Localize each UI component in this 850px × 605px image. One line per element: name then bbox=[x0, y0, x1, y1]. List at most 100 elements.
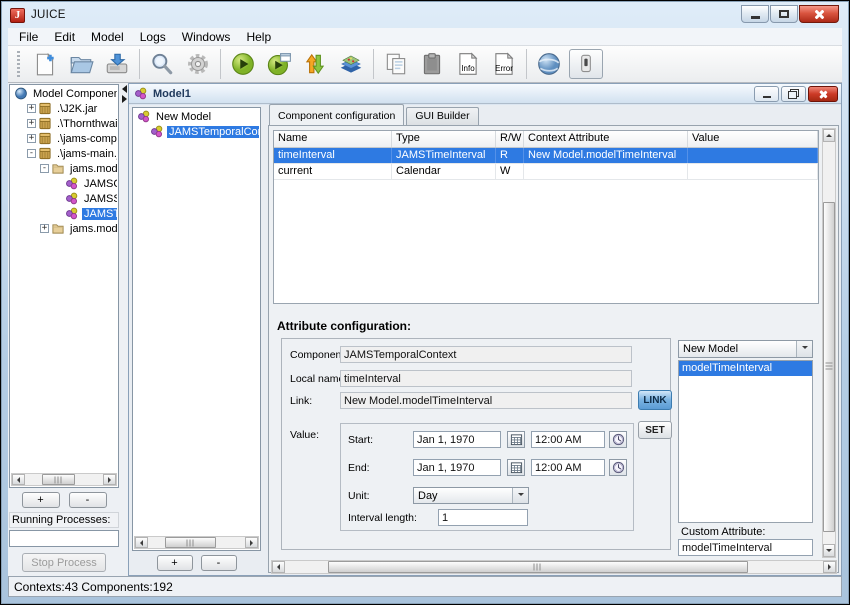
interval-length-field[interactable] bbox=[438, 509, 528, 526]
exchange-button[interactable] bbox=[297, 48, 333, 80]
column-header-context-attribute[interactable]: Context Attribute bbox=[524, 131, 688, 147]
expand-icon[interactable]: + bbox=[27, 119, 36, 128]
menu-help[interactable]: Help bbox=[238, 29, 279, 45]
start-calendar-button[interactable] bbox=[507, 431, 525, 448]
scrollbar-thumb[interactable] bbox=[42, 474, 75, 485]
component-item-j2k-jar[interactable]: +.\J2K.jar bbox=[11, 101, 117, 116]
scroll-right-button[interactable] bbox=[103, 474, 116, 485]
paste-button[interactable] bbox=[414, 48, 450, 80]
start-date-field[interactable] bbox=[413, 431, 501, 448]
run-model-button[interactable] bbox=[225, 48, 261, 80]
end-date-field[interactable] bbox=[413, 459, 501, 476]
device-button[interactable] bbox=[569, 49, 603, 79]
close-button[interactable] bbox=[799, 5, 839, 23]
link-button[interactable]: LINK bbox=[638, 390, 672, 410]
explorer-button[interactable] bbox=[333, 48, 369, 80]
open-model-button[interactable] bbox=[63, 48, 99, 80]
frame-minimize-button[interactable] bbox=[754, 86, 779, 102]
expand-icon[interactable]: + bbox=[27, 104, 36, 113]
horizontal-scrollbar[interactable] bbox=[271, 560, 837, 574]
run-model-gui-button[interactable] bbox=[261, 48, 297, 80]
online-button[interactable] bbox=[531, 48, 567, 80]
stop-process-button[interactable]: Stop Process bbox=[22, 553, 106, 572]
column-header-type[interactable]: Type bbox=[392, 131, 496, 147]
component-item-jamstem[interactable]: JAMSTem bbox=[11, 206, 117, 221]
start-clock-button[interactable] bbox=[609, 431, 627, 448]
local-name-field[interactable] bbox=[340, 370, 632, 387]
context-attribute-list[interactable]: modelTimeInterval bbox=[678, 360, 813, 523]
component-field[interactable] bbox=[340, 346, 632, 363]
scroll-right-button[interactable] bbox=[823, 561, 836, 573]
column-header-name[interactable]: Name bbox=[274, 131, 392, 147]
table-row[interactable]: currentCalendarW bbox=[274, 164, 818, 180]
vertical-scrollbar[interactable] bbox=[822, 128, 836, 558]
remove-component-button[interactable]: - bbox=[69, 492, 107, 508]
scroll-left-button[interactable] bbox=[12, 474, 25, 485]
unit-combobox[interactable]: Day bbox=[413, 487, 529, 504]
frame-close-button[interactable] bbox=[808, 86, 838, 102]
end-calendar-button[interactable] bbox=[507, 459, 525, 476]
chevron-down-icon[interactable] bbox=[796, 341, 812, 357]
table-row[interactable]: timeIntervalJAMSTimeIntervalRNew Model.m… bbox=[274, 148, 818, 164]
info-log-button[interactable]: Info bbox=[450, 48, 486, 80]
scroll-up-button[interactable] bbox=[823, 129, 835, 142]
component-item-jams-model[interactable]: -jams.model bbox=[11, 161, 117, 176]
titlebar[interactable]: J JUICE bbox=[3, 3, 847, 27]
frame-restore-button[interactable] bbox=[781, 86, 806, 102]
model-item-new-model[interactable]: New Model bbox=[134, 109, 259, 124]
component-item-thornthwaite-ja[interactable]: +.\Thornthwaite.ja bbox=[11, 116, 117, 131]
component-item-jamscon[interactable]: JAMSCon bbox=[11, 176, 117, 191]
context-attribute-item[interactable]: modelTimeInterval bbox=[679, 361, 812, 376]
horizontal-scrollbar[interactable] bbox=[134, 536, 259, 549]
scrollbar-thumb[interactable] bbox=[328, 561, 748, 573]
component-item-jams-main-jar[interactable]: -.\jams-main.jar bbox=[11, 146, 117, 161]
remove-model-component-button[interactable]: - bbox=[201, 555, 237, 571]
scrollbar-thumb[interactable] bbox=[823, 202, 835, 532]
end-clock-button[interactable] bbox=[609, 459, 627, 476]
tab-component-configuration[interactable]: Component configuration bbox=[269, 104, 404, 125]
add-component-button[interactable]: + bbox=[22, 492, 60, 508]
model-frame-titlebar[interactable]: Model1 bbox=[129, 84, 841, 104]
context-combobox[interactable]: New Model bbox=[678, 340, 813, 358]
collapse-icon[interactable]: - bbox=[40, 164, 49, 173]
splitter[interactable] bbox=[120, 83, 128, 576]
horizontal-scrollbar[interactable] bbox=[11, 473, 117, 486]
component-item-jams-model-c[interactable]: +jams.model.c bbox=[11, 221, 117, 236]
maximize-button[interactable] bbox=[770, 5, 798, 23]
tab-gui-builder[interactable]: GUI Builder bbox=[406, 107, 478, 125]
minimize-button[interactable] bbox=[741, 5, 769, 23]
copy-button[interactable] bbox=[378, 48, 414, 80]
expand-right-icon[interactable] bbox=[122, 95, 127, 103]
column-header-r-w[interactable]: R/W bbox=[496, 131, 524, 147]
preferences-button[interactable] bbox=[180, 48, 216, 80]
scrollbar-thumb[interactable] bbox=[165, 537, 215, 548]
collapse-icon[interactable]: - bbox=[27, 149, 36, 158]
custom-attribute-field[interactable] bbox=[678, 539, 813, 556]
model-item-jamstemporalcontext[interactable]: JAMSTemporalContext bbox=[134, 124, 259, 139]
error-log-button[interactable]: Error bbox=[486, 48, 522, 80]
component-item-jams-componen[interactable]: +.\jams-componen bbox=[11, 131, 117, 146]
link-field[interactable] bbox=[340, 392, 632, 409]
collapse-left-icon[interactable] bbox=[122, 85, 127, 93]
add-model-component-button[interactable]: + bbox=[157, 555, 193, 571]
new-model-button[interactable] bbox=[27, 48, 63, 80]
expand-icon[interactable]: + bbox=[40, 224, 49, 233]
end-time-field[interactable] bbox=[531, 459, 605, 476]
component-item-jamsspa[interactable]: JAMSSpa bbox=[11, 191, 117, 206]
component-item-model-components[interactable]: Model Components bbox=[11, 86, 117, 101]
chevron-down-icon[interactable] bbox=[512, 488, 528, 503]
menu-windows[interactable]: Windows bbox=[174, 29, 239, 45]
expand-icon[interactable]: + bbox=[27, 134, 36, 143]
search-button[interactable] bbox=[144, 48, 180, 80]
scroll-left-button[interactable] bbox=[135, 537, 148, 548]
running-processes-list[interactable] bbox=[9, 530, 119, 547]
scroll-left-button[interactable] bbox=[272, 561, 285, 573]
start-time-field[interactable] bbox=[531, 431, 605, 448]
menu-edit[interactable]: Edit bbox=[46, 29, 83, 45]
menu-model[interactable]: Model bbox=[83, 29, 132, 45]
scroll-down-button[interactable] bbox=[823, 544, 835, 557]
column-header-value[interactable]: Value bbox=[688, 131, 818, 147]
menu-file[interactable]: File bbox=[11, 29, 46, 45]
menu-logs[interactable]: Logs bbox=[132, 29, 174, 45]
set-button[interactable]: SET bbox=[638, 421, 672, 439]
